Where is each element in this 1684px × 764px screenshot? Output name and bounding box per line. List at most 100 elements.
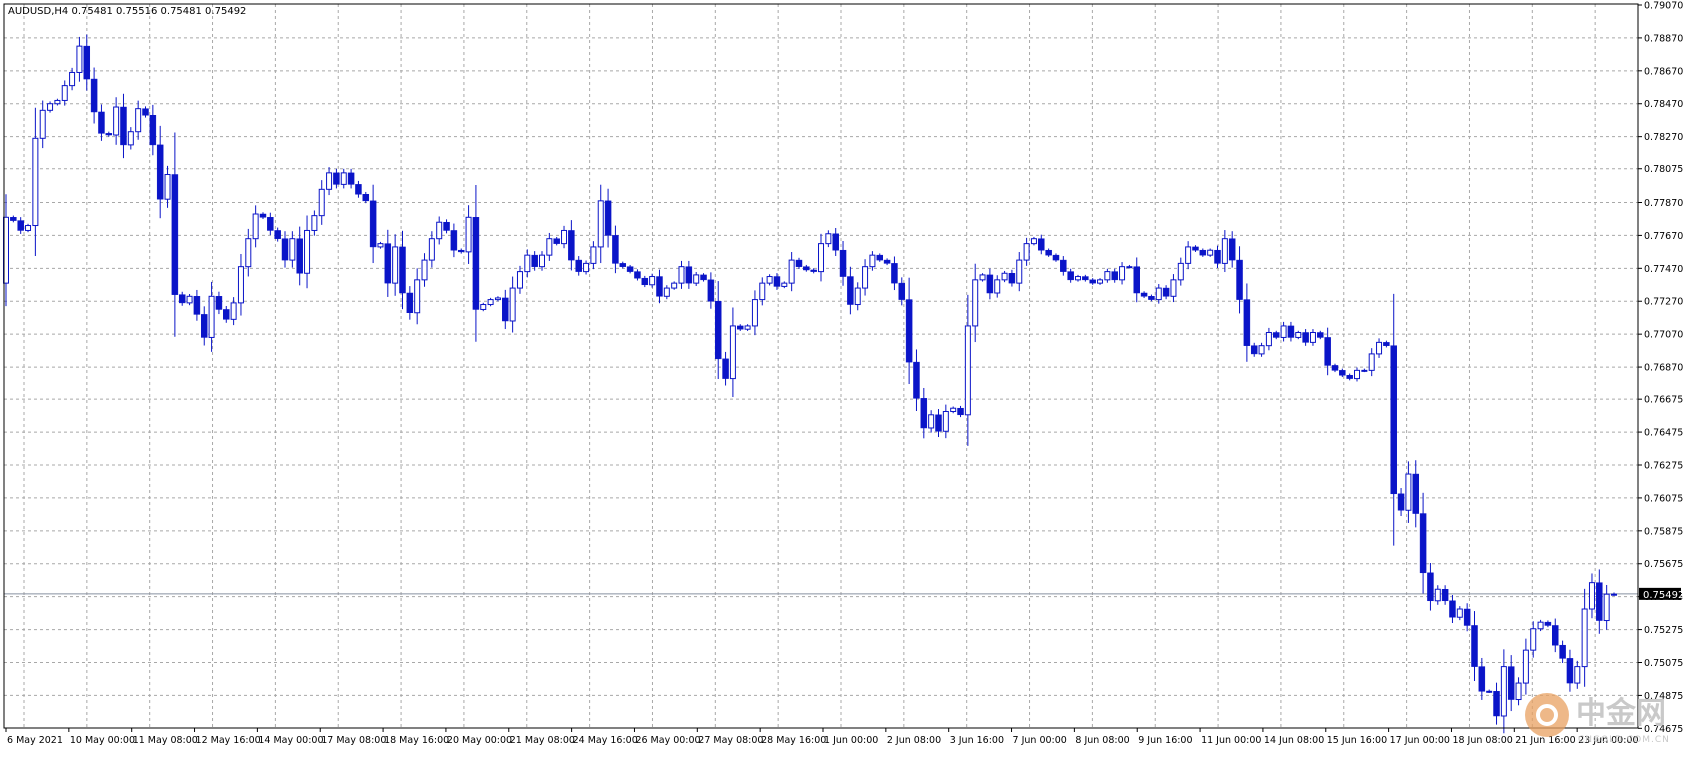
candle-body-bear	[1192, 246, 1199, 251]
candle-body-bear	[362, 194, 370, 202]
candle-body-bull	[1434, 588, 1441, 602]
x-tick-label: 21 May 08:00	[510, 735, 575, 746]
candle-body-bear	[1478, 666, 1486, 692]
candle-body-bull	[1522, 649, 1529, 684]
candle-body-bull	[1016, 259, 1023, 284]
candle-body-bull	[76, 45, 83, 73]
candle-body-bear	[450, 230, 458, 251]
candle-body-bull	[1177, 262, 1184, 281]
candle-body-bear	[891, 263, 898, 284]
price-tag-label: 0.75492	[1643, 590, 1684, 601]
candle[interactable]	[1207, 248, 1214, 257]
candle-body-bear	[612, 235, 619, 264]
candle-body-bear	[626, 266, 634, 272]
candle-body-bear	[876, 254, 884, 261]
candle-body-bull	[539, 254, 545, 268]
candle-body-bear	[156, 144, 164, 200]
candle[interactable]	[487, 297, 494, 307]
candle-body-bull	[1104, 271, 1111, 281]
x-tick-label: 20 May 00:00	[447, 735, 512, 746]
candle-body-bear	[1419, 513, 1427, 574]
candle-body-bear	[259, 213, 267, 218]
candle-body-bear	[193, 296, 201, 315]
candle-body-bear	[120, 106, 127, 146]
candle-body-bear	[267, 217, 274, 231]
candle-body-bear	[810, 269, 817, 272]
candle-body-bear	[832, 233, 839, 251]
candle[interactable]	[1295, 330, 1302, 340]
x-tick-label: 7 Jun 00:00	[1013, 735, 1067, 746]
candle-body-bear	[1236, 259, 1243, 300]
candle-body-bear	[1038, 238, 1045, 251]
candle-body-bear	[1493, 691, 1500, 717]
candle-body-bull	[47, 103, 54, 111]
candle-body-bull	[1361, 369, 1368, 372]
candle-body-bear	[171, 174, 179, 295]
candlestick-chart[interactable]: 0.79070 0.78870 0.78670 0.78470 0.78270 0.780…	[0, 0, 1684, 764]
candle-body-bear	[333, 172, 340, 185]
candle-body-bear	[1390, 345, 1397, 495]
candle[interactable]	[1030, 236, 1037, 246]
candle-body-bull	[318, 188, 325, 217]
y-tick-label: 0.77270	[1644, 297, 1683, 308]
candle-body-bull	[942, 411, 949, 432]
y-tick-label: 0.78470	[1644, 99, 1683, 110]
candle-body-bull	[1023, 243, 1030, 261]
candle-body-bull	[693, 274, 700, 284]
y-tick-label: 0.78670	[1644, 66, 1683, 77]
candle-body-bear	[957, 407, 964, 416]
candle-body-bull	[1588, 582, 1595, 610]
x-tick-label: 18 Jun 08:00	[1452, 735, 1512, 746]
candle-body-bear	[722, 358, 729, 379]
candle-body-bull	[766, 276, 773, 284]
candle-body-bear	[1544, 621, 1552, 626]
candle-body-bear	[90, 78, 98, 113]
candle[interactable]	[25, 223, 32, 233]
candle-body-bear	[700, 274, 707, 281]
y-tick-label: 0.79070	[1644, 0, 1683, 11]
candle-body-bull	[950, 407, 957, 413]
candle-body-bear	[913, 361, 920, 399]
candle-body-bear	[1133, 266, 1140, 294]
candle-body-bull	[304, 229, 311, 274]
candle-body-bear	[1287, 325, 1295, 338]
candle-body-bull	[1030, 238, 1037, 245]
candle-body-bear	[1449, 600, 1456, 618]
x-tick-label: 24 May 16:00	[573, 735, 638, 746]
candle-body-bull	[1486, 690, 1493, 693]
candle-body-bull	[25, 225, 32, 231]
candle-body-bear	[105, 133, 113, 136]
candle-body-bear	[1089, 279, 1096, 284]
candle-body-bull	[546, 238, 553, 256]
candle-body-bull	[1119, 266, 1126, 281]
candle[interactable]	[979, 273, 986, 282]
candle-body-bull	[1185, 246, 1192, 264]
x-tick-label: 9 Jun 16:00	[1138, 735, 1192, 746]
x-tick-label: 18 May 16:00	[384, 735, 449, 746]
candle-body-bull	[289, 238, 296, 261]
candle-body-bull	[979, 274, 986, 281]
candle-body-bear	[619, 263, 627, 267]
candle[interactable]	[480, 302, 487, 312]
candle-body-bear	[443, 221, 450, 231]
candle-body-bull	[1265, 332, 1272, 347]
candle-body-bear	[178, 294, 186, 304]
candle-body-bear	[457, 249, 465, 253]
candle-body-bear	[1228, 238, 1236, 261]
candle[interactable]	[671, 281, 678, 290]
candle-body-bear	[384, 243, 392, 284]
candle-body-bear	[1082, 276, 1089, 281]
candle-body-bull	[964, 325, 971, 416]
candle-body-bear	[1559, 644, 1566, 659]
candle-body-bear	[905, 299, 913, 363]
x-tick-label: 17 Jun 00:00	[1390, 735, 1450, 746]
candle-body-bull	[245, 238, 252, 268]
y-tick-label: 0.76675	[1644, 395, 1683, 406]
candle-body-bear	[575, 259, 582, 272]
candle-body-bull	[1309, 332, 1316, 343]
y-tick-label: 0.77470	[1644, 264, 1683, 275]
candle-body-bull	[1603, 593, 1610, 622]
chart-title: AUDUSD,H4 0.75481 0.75516 0.75481 0.7549…	[8, 6, 246, 17]
y-tick-label: 0.77870	[1644, 198, 1683, 209]
candle-body-bull	[788, 259, 795, 284]
